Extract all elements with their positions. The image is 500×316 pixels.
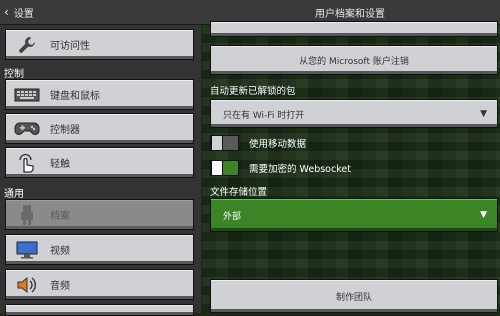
sidebar-item-next[interactable] xyxy=(5,304,194,316)
keyboard-icon xyxy=(12,84,42,106)
speaker-icon xyxy=(12,274,42,296)
sidebar-item-profile[interactable]: 档案 xyxy=(5,199,194,230)
credits-button[interactable]: 制作团队 xyxy=(210,279,498,313)
sidebar-item-label: 控制器 xyxy=(50,125,80,136)
wrench-icon xyxy=(12,34,42,56)
storage-location-dropdown[interactable]: 外部 ▼ xyxy=(210,198,498,232)
sidebar-item-label: 轻触 xyxy=(50,159,70,170)
sidebar-item-label: 视频 xyxy=(50,246,70,257)
storage-location-label: 文件存储位置 xyxy=(210,187,268,198)
section-general: 通用 xyxy=(4,189,24,200)
toggle-label: 使用移动数据 xyxy=(249,139,307,150)
websocket-row: 需要加密的 Websocket xyxy=(210,159,351,177)
signout-button[interactable]: 从您的 Microsoft 账户注销 xyxy=(210,45,498,75)
sidebar-item-keyboard-mouse[interactable]: 键盘和鼠标 xyxy=(5,79,194,110)
gamepad-icon xyxy=(12,118,42,140)
auto-update-dropdown[interactable]: 只在有 Wi-Fi 时打开 ▼ xyxy=(210,99,498,128)
toggle-label: 需要加密的 Websocket xyxy=(249,164,351,175)
sidebar-item-label: 可访问性 xyxy=(50,41,90,52)
monitor-icon xyxy=(12,239,42,261)
page-title: 用户档案和设置 xyxy=(315,9,385,20)
sidebar-item-video[interactable]: 视频 xyxy=(5,234,194,265)
profile-settings-panel: 从您的 Microsoft 账户注销 自动更新已解锁的包 只在有 Wi-Fi 时… xyxy=(202,21,500,313)
auto-update-label: 自动更新已解锁的包 xyxy=(210,86,296,97)
section-controls: 控制 xyxy=(4,69,24,80)
chevron-down-icon: ▼ xyxy=(480,109,487,119)
mobile-data-toggle[interactable] xyxy=(210,135,239,151)
dropdown-value: 只在有 Wi-Fi 时打开 xyxy=(223,111,305,121)
profile-icon xyxy=(12,204,42,226)
sidebar-item-touch[interactable]: 轻触 xyxy=(5,147,194,178)
dropdown-value: 外部 xyxy=(223,212,242,222)
sidebar-item-label: 键盘和鼠标 xyxy=(50,91,100,102)
sidebar-item-controller[interactable]: 控制器 xyxy=(5,113,194,144)
touch-hand-icon xyxy=(12,152,42,174)
sidebar-item-audio[interactable]: 音频 xyxy=(5,269,194,300)
websocket-toggle[interactable] xyxy=(210,160,239,176)
mobile-data-row: 使用移动数据 xyxy=(210,134,306,152)
settings-sidebar: 可访问性 控制 键盘和鼠标 控制器 轻触 通用 档案 视频 音频 xyxy=(0,25,201,316)
top-partial-button[interactable] xyxy=(210,21,498,37)
chevron-down-icon: ▼ xyxy=(480,210,487,220)
sidebar-item-accessibility[interactable]: 可访问性 xyxy=(5,29,194,60)
sidebar-item-label: 档案 xyxy=(50,211,70,222)
sidebar-item-label: 音频 xyxy=(50,281,70,292)
